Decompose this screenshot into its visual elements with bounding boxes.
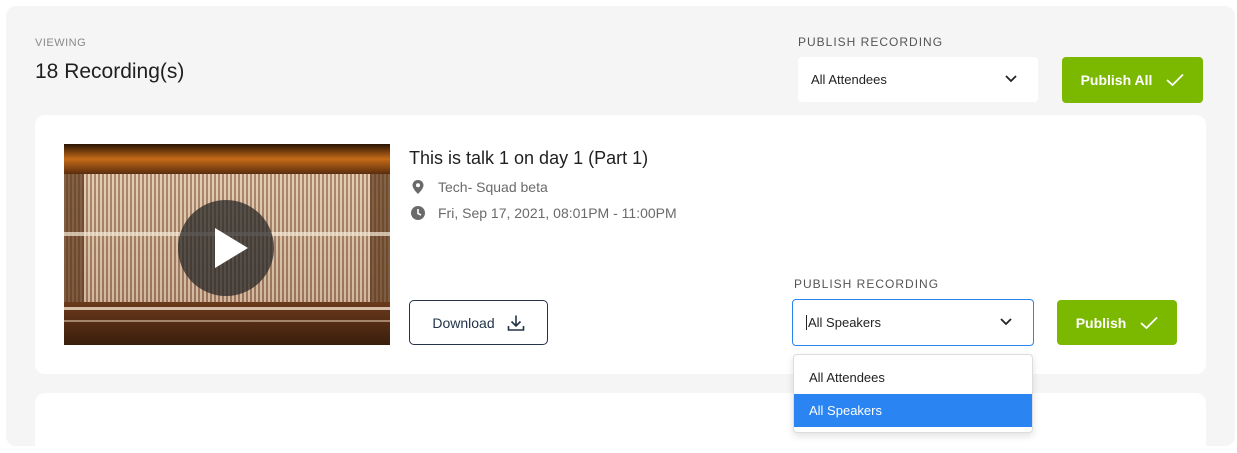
publish-all-button[interactable]: Publish All [1062,57,1203,103]
publish-all-select-value: All Attendees [811,72,887,87]
publish-button-label: Publish [1075,314,1127,331]
publish-select-value: All Speakers [806,315,881,330]
datetime-text: Fri, Sep 17, 2021, 08:01PM - 11:00PM [438,205,677,221]
publish-all-select[interactable]: All Attendees [798,57,1038,102]
check-icon [1166,73,1185,87]
clock-icon [411,206,425,220]
recording-datetime: Fri, Sep 17, 2021, 08:01PM - 11:00PM [410,205,677,221]
check-icon [1140,316,1158,329]
chevron-down-icon [1005,74,1017,82]
download-button[interactable]: Download [409,300,548,345]
play-icon [215,228,248,268]
location-text: Tech- Squad beta [438,179,548,195]
recording-thumbnail[interactable] [64,144,390,345]
location-pin-icon [412,180,424,194]
publish-button[interactable]: Publish [1057,300,1177,345]
publish-recording-label-item: PUBLISH RECORDING [794,277,940,291]
download-icon [507,315,524,331]
publish-all-button-label: Publish All [1080,72,1153,88]
recording-location: Tech- Squad beta [410,179,548,195]
download-button-label: Download [432,314,495,331]
dropdown-option-all-attendees[interactable]: All Attendees [794,361,1032,394]
publish-recording-label: PUBLISH RECORDING [798,35,944,49]
play-button[interactable] [178,200,274,296]
recording-title: This is talk 1 on day 1 (Part 1) [409,148,649,168]
publish-select[interactable]: All Speakers [792,299,1034,346]
viewing-label: VIEWING [35,37,87,49]
publish-dropdown-menu: All Attendees All Speakers [793,354,1033,433]
recording-count: 18 Recording(s) [35,60,185,83]
chevron-down-icon [1000,317,1012,325]
dropdown-option-all-speakers[interactable]: All Speakers [794,394,1032,427]
